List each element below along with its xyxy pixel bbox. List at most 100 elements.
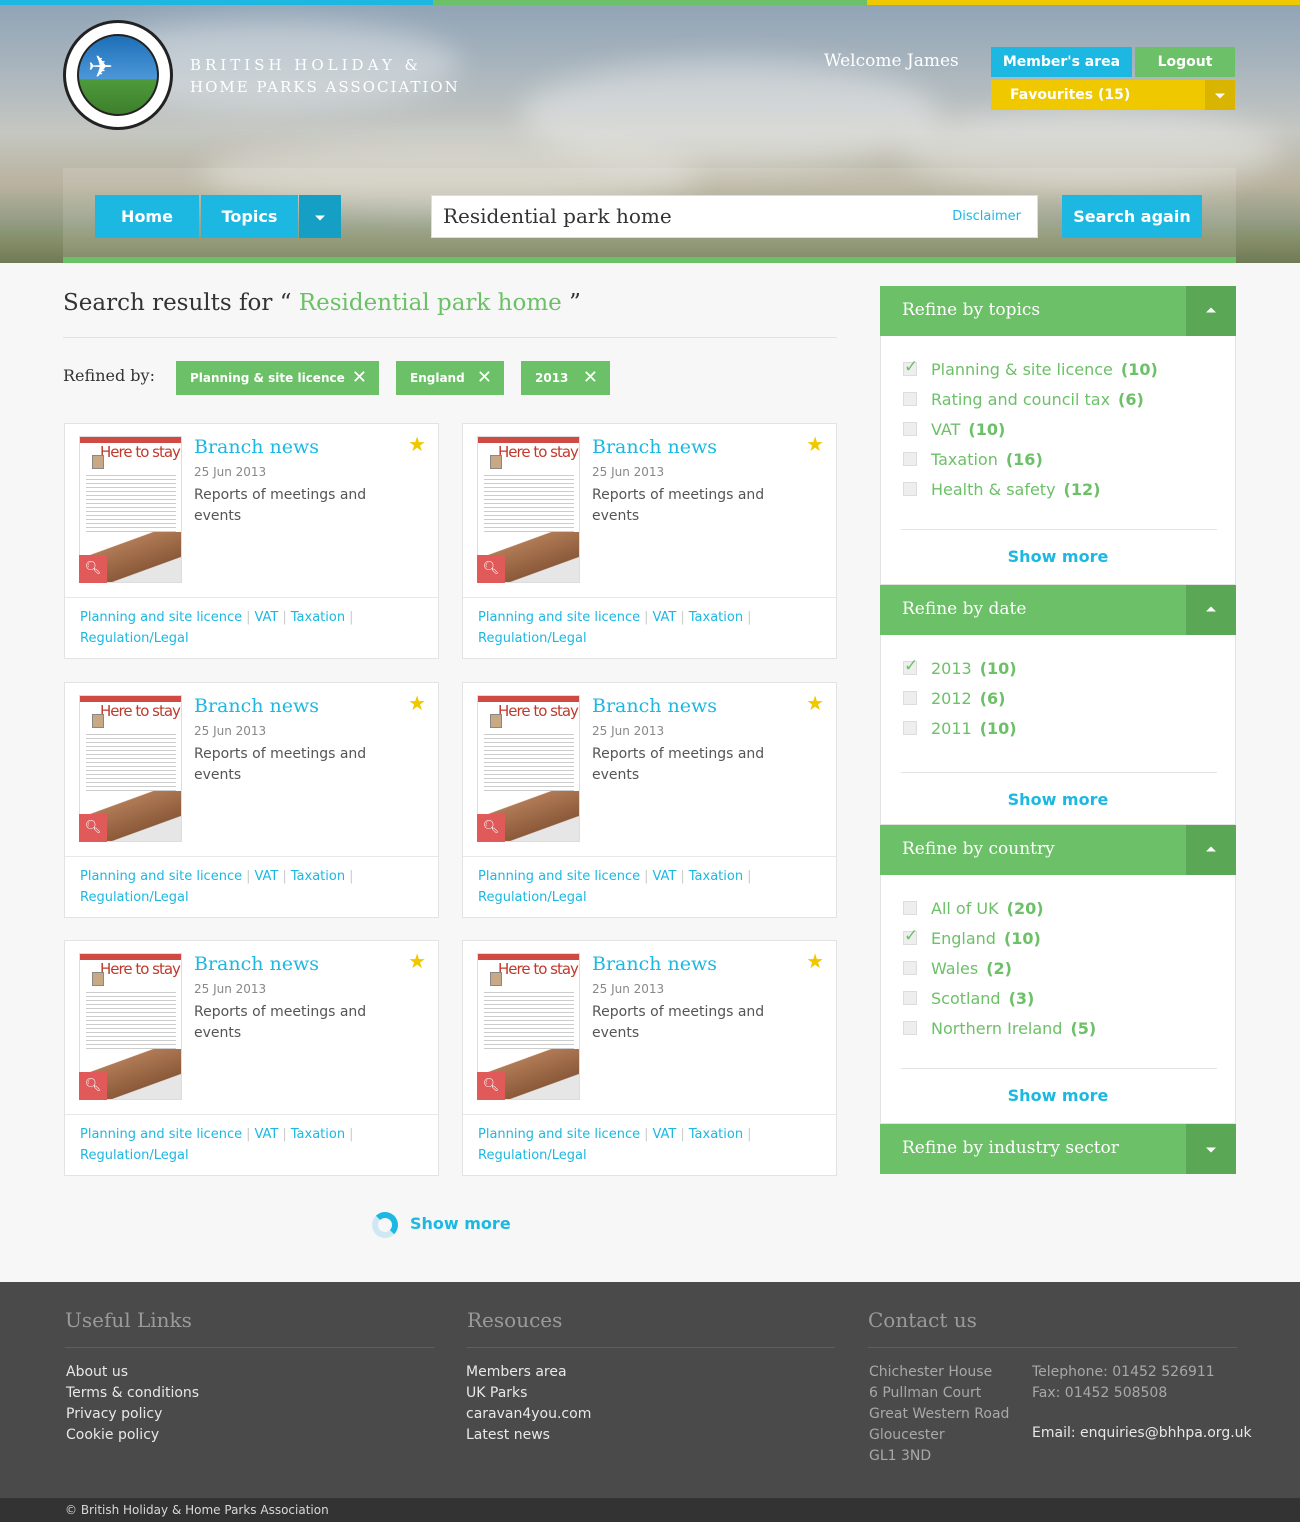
filter-option[interactable]: Northern Ireland (5): [903, 1019, 1096, 1038]
topic-tag-link[interactable]: Taxation: [291, 869, 345, 884]
topic-tag-link[interactable]: Taxation: [291, 610, 345, 625]
favourites-dropdown-toggle[interactable]: [1205, 80, 1235, 110]
filter-option[interactable]: Taxation (16): [903, 450, 1043, 469]
magnifier-icon[interactable]: 🔍︎: [79, 1072, 107, 1100]
footer-link-privacy[interactable]: Privacy policy: [66, 1404, 199, 1425]
nav-home-button[interactable]: Home: [95, 195, 199, 238]
filter-option[interactable]: Wales (2): [903, 959, 1012, 978]
date-show-more-button[interactable]: Show more: [881, 790, 1235, 809]
topic-tag-link[interactable]: Planning and site licence: [478, 610, 640, 625]
footer-link-news[interactable]: Latest news: [466, 1425, 591, 1446]
footer-link-caravan[interactable]: caravan4you.com: [466, 1404, 591, 1425]
filter-option[interactable]: 2012 (6): [903, 689, 1005, 708]
checkbox[interactable]: [903, 392, 917, 406]
search-again-button[interactable]: Search again: [1062, 195, 1202, 238]
association-logo[interactable]: ✈: [63, 20, 173, 130]
checkbox[interactable]: [903, 961, 917, 975]
refine-date-header[interactable]: Refine by date: [880, 585, 1236, 635]
topic-tag-link[interactable]: Taxation: [689, 1127, 743, 1142]
topic-tag-link[interactable]: Regulation/Legal: [478, 631, 587, 646]
filter-option[interactable]: Scotland (3): [903, 989, 1034, 1008]
checkbox[interactable]: [903, 926, 918, 946]
close-icon[interactable]: ✕: [583, 361, 598, 395]
topic-tag-link[interactable]: Planning and site licence: [478, 1127, 640, 1142]
filter-option[interactable]: 2013 (10): [903, 656, 1017, 678]
topic-tag-link[interactable]: Regulation/Legal: [80, 890, 189, 905]
topic-tag-link[interactable]: Taxation: [291, 1127, 345, 1142]
members-area-button[interactable]: Member's area: [991, 47, 1132, 77]
filter-option[interactable]: England (10): [903, 926, 1041, 948]
expand-toggle[interactable]: [1186, 1124, 1236, 1174]
collapse-toggle[interactable]: [1186, 585, 1236, 635]
footer-link-terms[interactable]: Terms & conditions: [66, 1383, 199, 1404]
result-card[interactable]: Here to stay? 🔍︎ Branch news 25 Jun 2013 Rep…: [462, 940, 837, 1176]
footer-link-members[interactable]: Members area: [466, 1362, 591, 1383]
topic-tag-link[interactable]: Planning and site licence: [478, 869, 640, 884]
checkbox[interactable]: [903, 1021, 917, 1035]
card-title[interactable]: Branch news: [194, 695, 319, 717]
close-icon[interactable]: ✕: [477, 361, 492, 395]
star-icon[interactable]: ★: [408, 691, 426, 715]
country-show-more-button[interactable]: Show more: [881, 1086, 1235, 1105]
result-card[interactable]: Here to stay? 🔍︎ Branch news 25 Jun 2013 Rep…: [462, 682, 837, 918]
topic-tag-link[interactable]: Regulation/Legal: [80, 1148, 189, 1163]
star-icon[interactable]: ★: [408, 432, 426, 456]
refine-industry-header[interactable]: Refine by industry sector: [880, 1124, 1236, 1174]
close-icon[interactable]: ✕: [352, 361, 367, 395]
result-card[interactable]: Here to stay? 🔍︎ Branch news 25 Jun 2013 Rep…: [64, 682, 439, 918]
card-title[interactable]: Branch news: [194, 436, 319, 458]
checkbox[interactable]: [903, 991, 917, 1005]
refine-country-header[interactable]: Refine by country: [880, 825, 1236, 875]
magnifier-icon[interactable]: 🔍︎: [477, 1072, 505, 1100]
checkbox[interactable]: [903, 482, 917, 496]
refine-topics-header[interactable]: Refine by topics: [880, 286, 1236, 336]
filter-option[interactable]: Planning & site licence (10): [903, 357, 1158, 379]
search-input[interactable]: Residential park home Disclaimer: [431, 195, 1038, 238]
topic-tag-link[interactable]: Planning and site licence: [80, 1127, 242, 1142]
topic-tag-link[interactable]: Regulation/Legal: [478, 890, 587, 905]
star-icon[interactable]: ★: [806, 432, 824, 456]
footer-link-about[interactable]: About us: [66, 1362, 199, 1383]
card-title[interactable]: Branch news: [194, 953, 319, 975]
checkbox[interactable]: [903, 656, 918, 676]
email-link[interactable]: Email: enquiries@bhhpa.org.uk: [1032, 1425, 1252, 1441]
checkbox[interactable]: [903, 901, 917, 915]
filter-chip[interactable]: Planning & site licence ✕: [176, 361, 379, 395]
result-card[interactable]: Here to stay? 🔍︎ Branch news 25 Jun 2013 Rep…: [462, 423, 837, 659]
topic-tag-link[interactable]: Regulation/Legal: [478, 1148, 587, 1163]
topic-tag-link[interactable]: VAT: [254, 610, 278, 625]
star-icon[interactable]: ★: [806, 691, 824, 715]
magnifier-icon[interactable]: 🔍︎: [79, 555, 107, 583]
checkbox[interactable]: [903, 357, 918, 377]
magnifier-icon[interactable]: 🔍︎: [477, 555, 505, 583]
topic-tag-link[interactable]: VAT: [652, 610, 676, 625]
collapse-toggle[interactable]: [1186, 825, 1236, 875]
filter-chip[interactable]: 2013 ✕: [521, 361, 610, 395]
magnifier-icon[interactable]: 🔍︎: [79, 814, 107, 842]
logout-button[interactable]: Logout: [1135, 47, 1235, 77]
star-icon[interactable]: ★: [806, 949, 824, 973]
topic-tag-link[interactable]: VAT: [652, 1127, 676, 1142]
checkbox[interactable]: [903, 721, 917, 735]
card-title[interactable]: Branch news: [592, 695, 717, 717]
collapse-toggle[interactable]: [1186, 286, 1236, 336]
magnifier-icon[interactable]: 🔍︎: [477, 814, 505, 842]
topics-dropdown-toggle[interactable]: [299, 195, 341, 238]
card-title[interactable]: Branch news: [592, 436, 717, 458]
topic-tag-link[interactable]: Planning and site licence: [80, 610, 242, 625]
footer-link-cookie[interactable]: Cookie policy: [66, 1425, 199, 1446]
topics-show-more-button[interactable]: Show more: [881, 547, 1235, 566]
checkbox[interactable]: [903, 422, 917, 436]
topic-tag-link[interactable]: VAT: [254, 869, 278, 884]
topic-tag-link[interactable]: Planning and site licence: [80, 869, 242, 884]
topic-tag-link[interactable]: Taxation: [689, 869, 743, 884]
topic-tag-link[interactable]: VAT: [652, 869, 676, 884]
result-card[interactable]: Here to stay? 🔍︎ Branch news 25 Jun 2013 Rep…: [64, 423, 439, 659]
nav-topics-button[interactable]: Topics: [201, 195, 298, 238]
card-title[interactable]: Branch news: [592, 953, 717, 975]
show-more-results-button[interactable]: Show more: [410, 1214, 511, 1233]
favourites-button[interactable]: Favourites (15): [991, 80, 1235, 110]
result-card[interactable]: Here to stay? 🔍︎ Branch news 25 Jun 2013 Rep…: [64, 940, 439, 1176]
disclaimer-link[interactable]: Disclaimer: [952, 209, 1021, 224]
filter-option[interactable]: All of UK (20): [903, 899, 1044, 918]
